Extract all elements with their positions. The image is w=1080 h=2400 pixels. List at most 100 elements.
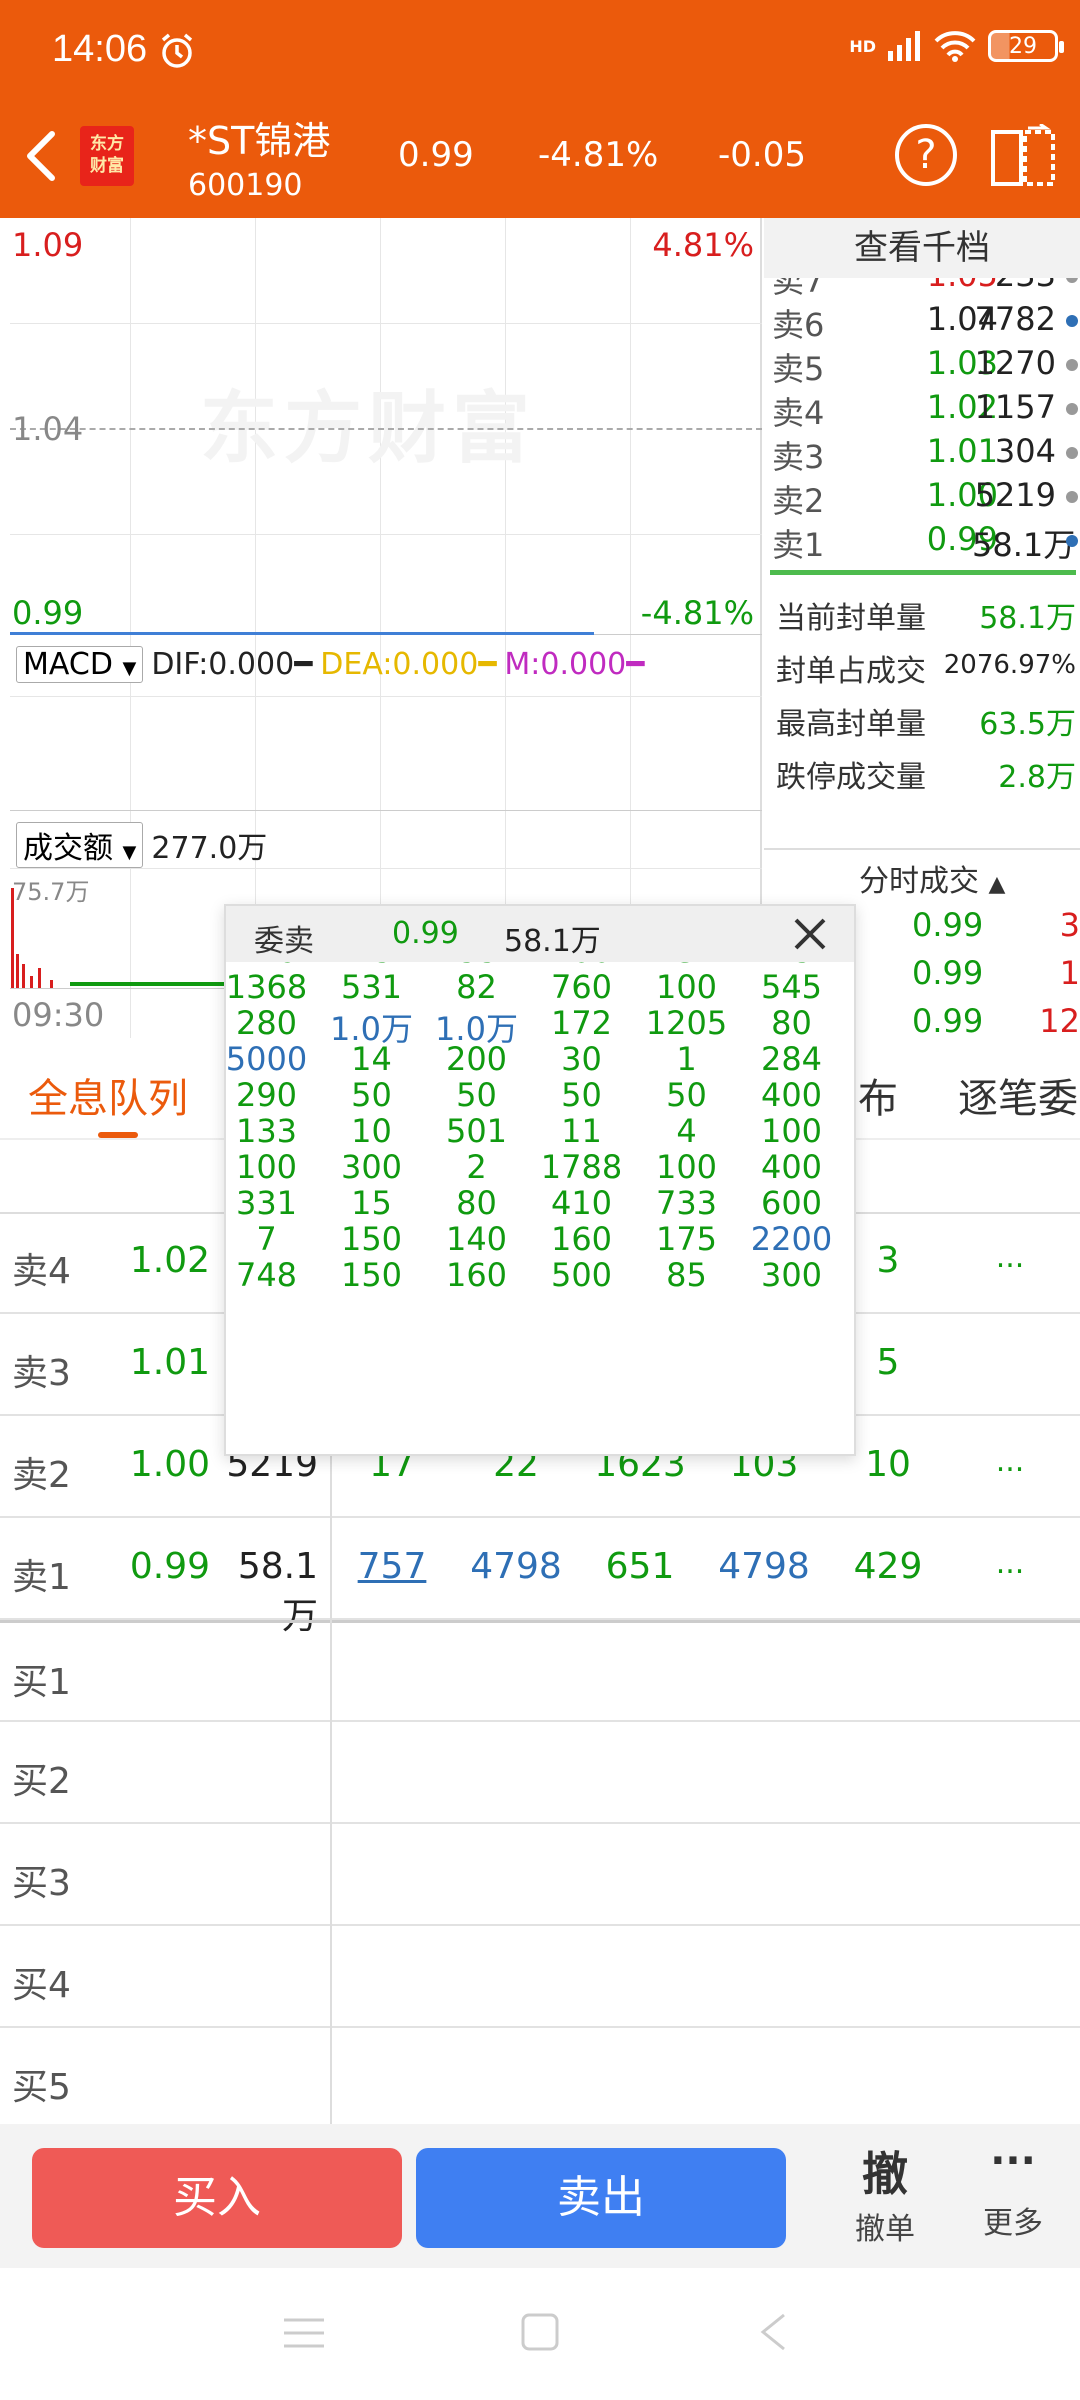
popup-queue-cell: 7 [256, 1220, 277, 1258]
queue-row[interactable]: 买4 [0, 1926, 1080, 2028]
buy-button[interactable]: 买入 [32, 2148, 402, 2248]
tab-distribution[interactable]: 布 [858, 1066, 898, 1124]
seal-stat-ratio: 封单占成交 2076.97% [776, 650, 1076, 689]
back-arrow-icon[interactable] [22, 128, 62, 184]
popup-queue-cell: 50 [666, 1076, 707, 1114]
system-icons: HD 29 [849, 30, 1064, 62]
ask-row[interactable]: 卖4 1.02 1157 [772, 388, 1078, 432]
tick-volume: 1 [1059, 954, 1080, 992]
popup-queue-cell: 150 [340, 1220, 403, 1258]
popup-queue-cell: 175 [655, 1220, 718, 1258]
tick-price: 0.99 [912, 954, 984, 992]
logo-text-bottom: 财富 [90, 156, 124, 176]
help-button[interactable]: ? [895, 124, 957, 186]
popup-queue-cell: 300 [340, 1148, 403, 1186]
popup-queue-cell: 160 [550, 1220, 613, 1258]
view-depth-button[interactable]: 查看千档 [764, 218, 1080, 278]
queue-row[interactable]: 买2 [0, 1722, 1080, 1824]
ask-list: 卖71.05233卖61.047782卖51.031270卖41.021157卖… [764, 278, 1080, 588]
popup-queue-cell: 1 [676, 1040, 697, 1078]
queue-order[interactable]: 4798 [704, 1546, 824, 1587]
popup-queue-cell: 4 [676, 1112, 697, 1150]
ask-row[interactable]: 卖6 1.04 7782 [772, 300, 1078, 344]
more-button[interactable]: ··· 更多 [968, 2138, 1058, 2242]
volume-selector[interactable]: 成交额 ▼ [16, 822, 144, 868]
stock-name[interactable]: *ST锦港 [188, 110, 330, 165]
logo-text-top: 东方 [90, 134, 124, 154]
cancel-order-button[interactable]: 撤 撤单 [840, 2138, 930, 2248]
ask-row[interactable]: 卖71.05233 [772, 278, 1078, 300]
popup-queue-cell: 100 [655, 968, 718, 1006]
status-time: 14:06 [52, 28, 148, 70]
popup-queue-cell: 280 [235, 1004, 298, 1042]
queue-order[interactable]: 429 [828, 1546, 948, 1587]
popup-queue-cell: 133 [235, 1112, 298, 1150]
more-icon: ··· [990, 2138, 1036, 2184]
battery-level: 29 [1009, 33, 1037, 59]
seal-stat-max: 最高封单量 63.5万 [776, 707, 1076, 742]
queue-row[interactable]: 买3 [0, 1824, 1080, 1926]
layout-switch-icon[interactable] [990, 124, 1056, 188]
popup-queue-cell: 1368 [226, 968, 308, 1006]
close-icon[interactable] [792, 916, 828, 952]
sell-queue-popup: 委卖 0.99 58.1万 77624878820043712871368531… [224, 904, 856, 1456]
tick-price: 0.99 [912, 1002, 984, 1040]
macd-dea: DEA:0.000━ [320, 647, 497, 682]
popup-price: 0.99 [392, 916, 459, 951]
popup-queue-cell: 100 [655, 1148, 718, 1186]
status-dot [1066, 359, 1078, 371]
ask-volume: 7782 [974, 300, 1056, 338]
ask-row[interactable]: 卖1 0.99 58.1万 [772, 520, 1078, 564]
ask-volume: 1157 [974, 388, 1056, 426]
popup-queue-cell: 284 [760, 1040, 823, 1078]
popup-queue-cell: 80 [456, 1184, 497, 1222]
volume-value: 277.0万 [151, 831, 268, 866]
popup-queue-cell: 10 [351, 1112, 392, 1150]
popup-queue-cell: 160 [445, 1256, 508, 1294]
popup-queue-grid[interactable]: 7762487882004371287136853182760100545280… [226, 962, 854, 1454]
tab-tick-orders[interactable]: 逐笔委 [958, 1066, 1078, 1124]
queue-label: 卖4 [12, 1251, 71, 1292]
tab-full-queue[interactable]: 全息队列 [28, 1066, 188, 1124]
sell-button[interactable]: 卖出 [416, 2148, 786, 2248]
chart-start-time: 09:30 [12, 996, 105, 1034]
action-bar: 买入 卖出 撤 撤单 ··· 更多 [0, 2124, 1080, 2268]
ticks-header[interactable]: 分时成交 ▲ [859, 856, 1005, 900]
queue-order[interactable]: ... [950, 1240, 1070, 1275]
popup-queue-cell: 50 [456, 1076, 497, 1114]
macd-m: M:0.000━ [504, 647, 645, 682]
menu-nav-icon[interactable] [282, 2316, 326, 2350]
battery-icon: 29 [988, 30, 1064, 62]
chart-high-price: 1.09 [12, 226, 84, 264]
popup-volume: 58.1万 [504, 924, 601, 959]
popup-queue-cell: 140 [445, 1220, 508, 1258]
ask-volume: 58.1万 [972, 526, 1076, 564]
macd-dif: DIF:0.000━ [151, 647, 313, 682]
popup-queue-cell: 760 [550, 968, 613, 1006]
ask-row[interactable]: 卖5 1.03 1270 [772, 344, 1078, 388]
status-dot [1066, 278, 1078, 283]
tick-volume: 12 [1039, 1002, 1080, 1040]
queue-label: 买2 [12, 1761, 71, 1802]
queue-order[interactable]: 651 [580, 1546, 700, 1587]
queue-label: 买3 [12, 1863, 71, 1904]
queue-row[interactable]: 卖1 0.99 58.1万 757 4798 651 4798 429... [0, 1518, 1080, 1637]
queue-order[interactable]: 4798 [456, 1546, 576, 1587]
queue-order[interactable]: ... [950, 1546, 1070, 1581]
alarm-icon [161, 33, 193, 68]
queue-label: 卖1 [12, 1557, 71, 1598]
ask-label: 卖4 [772, 394, 825, 432]
queue-price: 1.02 [129, 1240, 210, 1281]
queue-price: 1.00 [129, 1444, 210, 1485]
queue-row[interactable]: 买5 [0, 2028, 1080, 2130]
ask-row[interactable]: 卖2 1.00 5219 [772, 476, 1078, 520]
macd-selector[interactable]: MACD ▼ [16, 646, 144, 683]
ask-row[interactable]: 卖3 1.01 304 [772, 432, 1078, 476]
queue-row[interactable]: 买1 [0, 1620, 1080, 1722]
queue-order[interactable]: ... [950, 1444, 1070, 1479]
popup-queue-cell: 400 [760, 1076, 823, 1114]
queue-order[interactable]: 757 [332, 1546, 452, 1587]
back-nav-icon[interactable] [758, 2312, 788, 2352]
home-nav-icon[interactable] [520, 2312, 560, 2352]
status-dot [1066, 447, 1078, 459]
